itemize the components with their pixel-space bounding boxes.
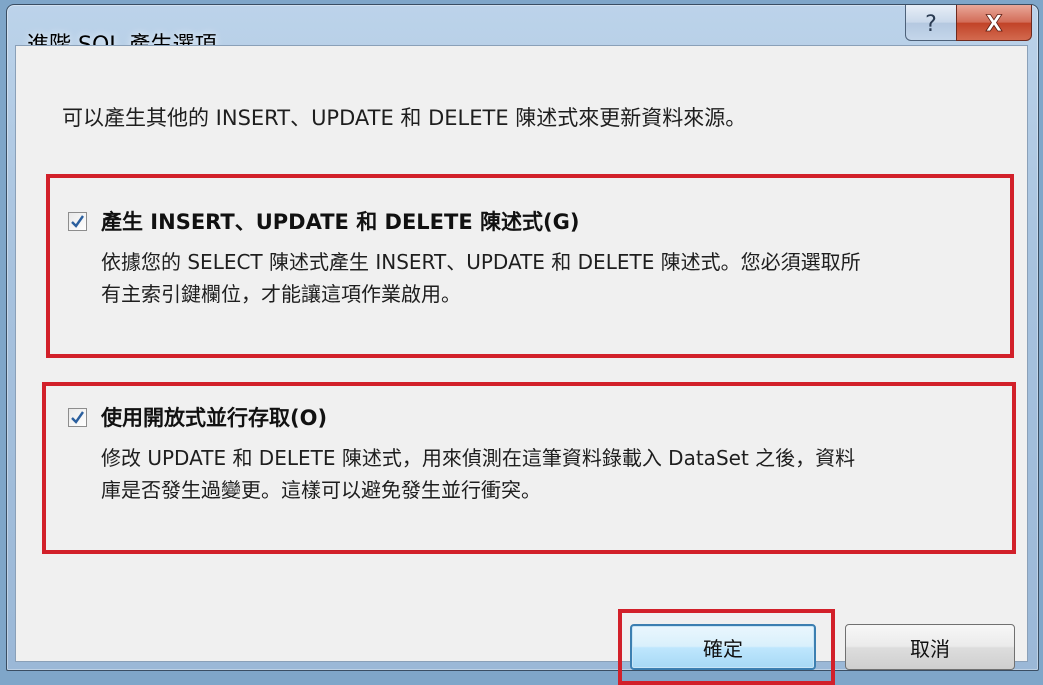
cancel-button[interactable]: 取消 (845, 624, 1015, 670)
optimistic-concurrency-label: 使用開放式並行存取(O) (101, 406, 328, 430)
close-icon: X (985, 11, 1003, 35)
checkmark-icon (71, 410, 84, 424)
close-glyph: X (986, 12, 1003, 35)
help-icon: ? (925, 12, 937, 36)
generate-statements-checkbox[interactable] (68, 211, 87, 231)
optimistic-concurrency-description: 修改 UPDATE 和 DELETE 陳述式，用來偵測在這筆資料錄載入 Data… (101, 442, 1001, 506)
generate-statements-label: 產生 INSERT、UPDATE 和 DELETE 陳述式(G) (101, 210, 580, 234)
ok-button[interactable]: 確定 (630, 624, 816, 670)
checkmark-icon (71, 214, 84, 228)
help-glyph: ? (925, 12, 937, 36)
description-line: 庫是否發生過變更。這樣可以避免發生並行衝突。 (101, 478, 541, 502)
dialog-window: 進階 SQL 產生選項 ? X 可以產生其他的 INSERT、UPDATE 和 … (6, 4, 1039, 685)
intro-text: 可以產生其他的 INSERT、UPDATE 和 DELETE 陳述式來更新資料來… (62, 106, 747, 130)
dialog-content: 可以產生其他的 INSERT、UPDATE 和 DELETE 陳述式來更新資料來… (15, 45, 1028, 685)
optimistic-concurrency-option[interactable]: 使用開放式並行存取(O) (68, 402, 327, 432)
description-line: 有主索引鍵欄位，才能讓這項作業啟用。 (101, 282, 461, 306)
description-line: 修改 UPDATE 和 DELETE 陳述式，用來偵測在這筆資料錄載入 Data… (101, 446, 856, 470)
close-button[interactable]: X (956, 5, 1032, 41)
optimistic-concurrency-checkbox[interactable] (68, 407, 87, 427)
help-button[interactable]: ? (905, 5, 957, 41)
generate-statements-description: 依據您的 SELECT 陳述式產生 INSERT、UPDATE 和 DELETE… (101, 246, 1001, 310)
generate-statements-option[interactable]: 產生 INSERT、UPDATE 和 DELETE 陳述式(G) (68, 206, 579, 236)
description-line: 依據您的 SELECT 陳述式產生 INSERT、UPDATE 和 DELETE… (101, 250, 861, 274)
